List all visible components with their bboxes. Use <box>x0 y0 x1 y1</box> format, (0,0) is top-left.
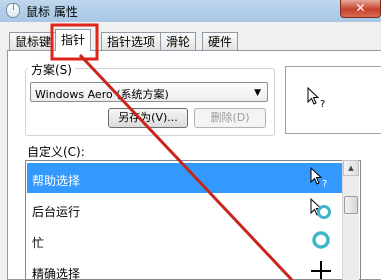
scheme-selected-value: Windows Aero (系统方案) <box>35 88 169 101</box>
svg-text:?: ? <box>322 179 327 190</box>
precision-select-cursor-icon <box>311 261 331 279</box>
working-in-background-cursor-icon <box>310 197 331 219</box>
window-title: 鼠标 属性 <box>26 5 78 19</box>
list-item[interactable]: 精确选择 <box>27 256 345 280</box>
list-item[interactable]: 后台运行 <box>27 194 345 224</box>
close-button[interactable]: ✕ <box>340 0 381 18</box>
scheme-label: 方案(S) <box>28 61 75 78</box>
cursor-name: 精确选择 <box>32 267 81 280</box>
save-as-button[interactable]: 另存为(V)... <box>108 108 188 128</box>
scroll-thumb[interactable] <box>344 196 358 214</box>
help-select-cursor-icon: ? <box>310 166 327 190</box>
cursor-list-scrollbar[interactable]: ▲ <box>342 160 359 280</box>
title-bar: 鼠标 属性 ✕ <box>0 0 381 22</box>
cursor-preview: ? <box>285 66 381 134</box>
tab-hardware[interactable]: 硬件 <box>202 32 239 50</box>
cursor-name: 后台运行 <box>32 205 81 219</box>
tab-buttons[interactable]: 鼠标键 <box>9 32 58 50</box>
list-item[interactable]: 帮助选择 ? <box>27 163 345 193</box>
tab-pointers[interactable]: 指针 <box>55 29 92 51</box>
mouse-icon <box>6 3 20 18</box>
busy-cursor-icon <box>312 231 330 249</box>
delete-button[interactable]: 删除(D) <box>194 108 266 128</box>
customize-label: 自定义(C): <box>27 145 85 159</box>
tab-wheel[interactable]: 滑轮 <box>160 32 197 50</box>
list-item[interactable]: 忙 <box>27 225 345 255</box>
scroll-up-arrow-icon[interactable]: ▲ <box>343 160 359 176</box>
tab-pointer-options[interactable]: 指针选项 <box>101 32 162 50</box>
cursor-name: 帮助选择 <box>32 174 81 188</box>
svg-text:?: ? <box>320 99 325 109</box>
scheme-dropdown[interactable]: Windows Aero (系统方案) ▼ <box>30 82 268 102</box>
help-select-cursor-icon: ? <box>307 87 325 109</box>
cursor-list[interactable]: 帮助选择 ? 后台运行 忙 精确选择 <box>25 160 361 280</box>
dropdown-arrow-icon: ▼ <box>254 88 261 98</box>
cursor-name: 忙 <box>32 236 45 250</box>
